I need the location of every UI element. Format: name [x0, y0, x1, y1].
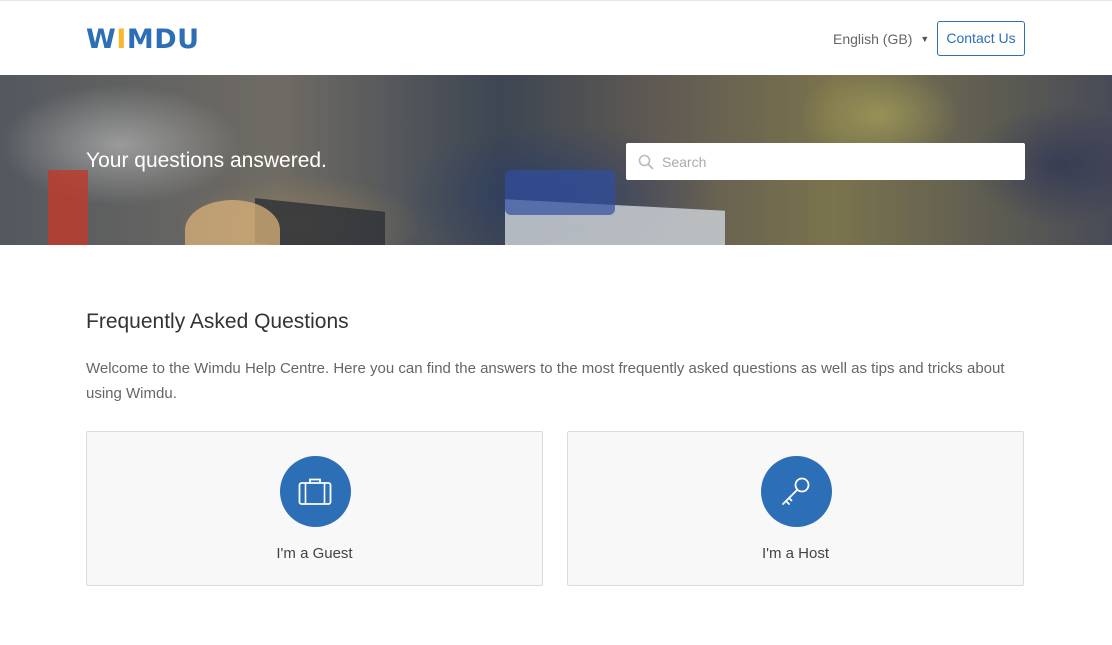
- wimdu-logo[interactable]: WIMDU: [86, 25, 200, 55]
- hero-photo-chair: [505, 170, 615, 215]
- language-label: English (GB): [833, 31, 913, 47]
- host-card-label: I'm a Host: [761, 545, 830, 562]
- guest-card-label: I'm a Guest: [276, 545, 353, 562]
- host-icon-circle: [760, 456, 832, 527]
- search-box[interactable]: [626, 143, 1025, 180]
- site-header: WIMDU English (GB) ▼ Contact Us: [0, 0, 1112, 75]
- faq-title: Frequently Asked Questions: [86, 310, 349, 333]
- host-card[interactable]: I'm a Host: [567, 431, 1024, 586]
- key-icon: [782, 477, 810, 505]
- contact-us-button[interactable]: Contact Us: [937, 21, 1025, 56]
- language-selector[interactable]: English (GB) ▼: [833, 29, 929, 49]
- faq-description: Welcome to the Wimdu Help Centre. Here y…: [86, 360, 1005, 402]
- hero-title: Your questions answered.: [86, 149, 327, 172]
- search-icon: [638, 154, 654, 169]
- guest-card[interactable]: I'm a Guest: [86, 431, 543, 586]
- hero-banner: Your questions answered.: [0, 75, 1112, 245]
- guest-icon-circle: [279, 456, 351, 527]
- search-input[interactable]: [662, 144, 1025, 179]
- suitcase-icon: [298, 478, 332, 505]
- hero-photo-flag: [48, 170, 88, 245]
- caret-down-icon: ▼: [920, 34, 930, 44]
